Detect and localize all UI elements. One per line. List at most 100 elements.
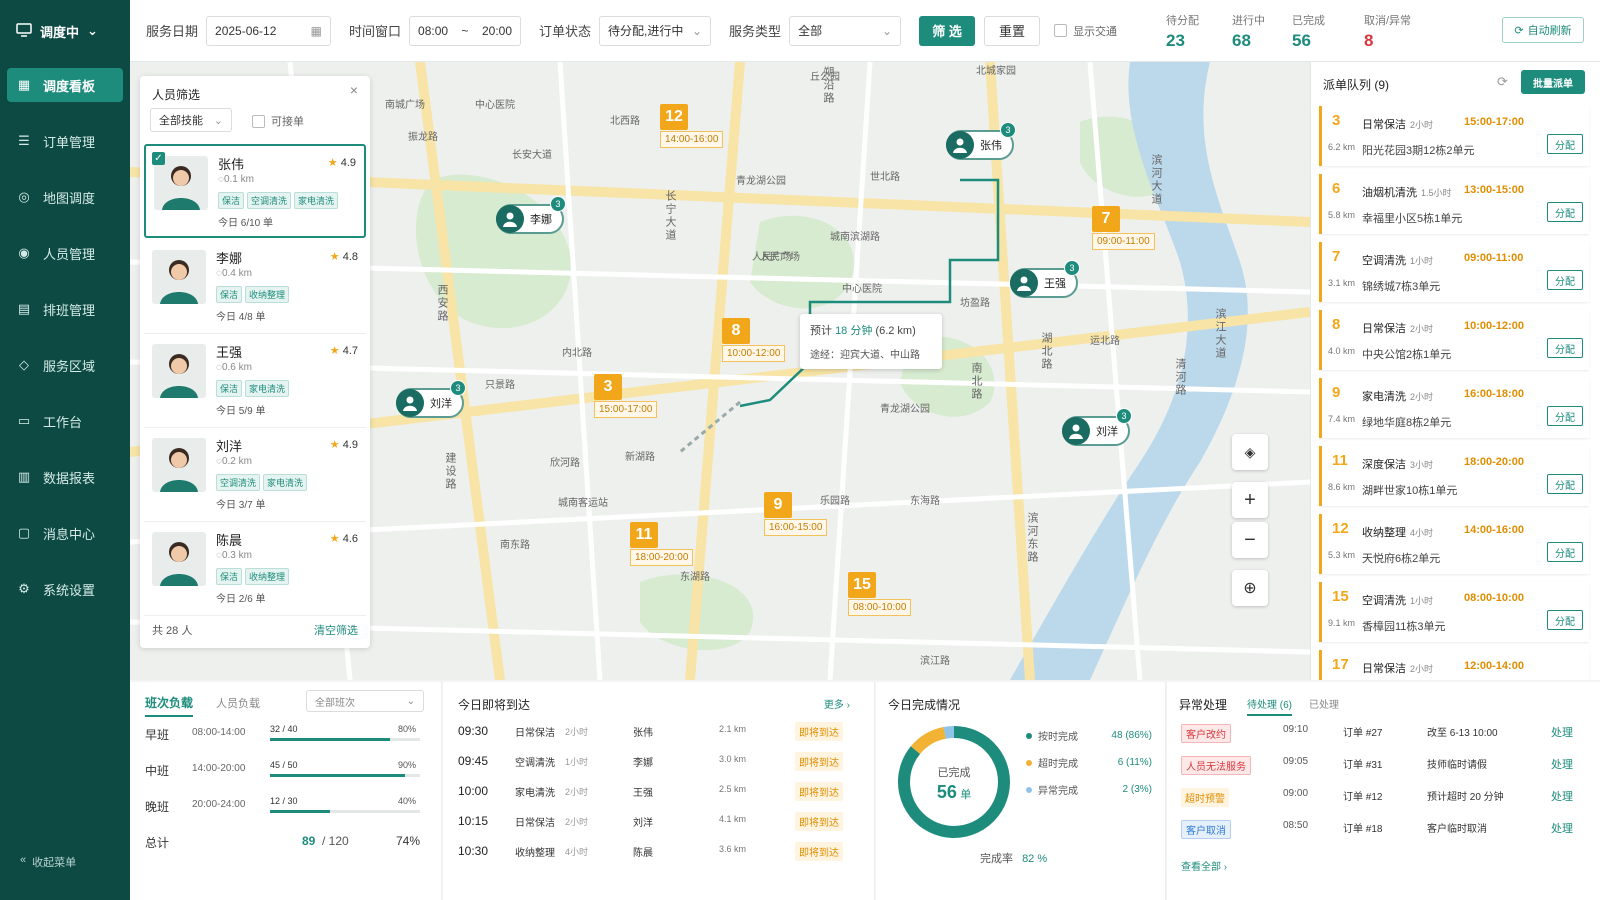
date-picker[interactable]: 2025-06-12 ▦ (206, 15, 332, 46)
arrival-row[interactable]: 10:00 家电清洗 2小时 王强 2.5 km 即将到达 (443, 782, 874, 814)
queue-order-number: 17 (1332, 656, 1349, 673)
queue-distance: 5.3 km (1328, 550, 1356, 560)
reset-button[interactable]: 重置 (984, 15, 1041, 46)
filter-button[interactable]: 筛 选 (919, 15, 976, 46)
worker-marker[interactable]: 张伟 3 (946, 122, 1016, 160)
sidebar-item-4[interactable]: ◉ 人员管理 (7, 236, 123, 270)
process-button[interactable]: 处理 (1551, 756, 1573, 772)
process-button[interactable]: 处理 (1551, 788, 1573, 804)
person-card[interactable]: ✓ 张伟 ★ 4.9 ◌0.1 km 保洁 空调清洗 家电清洗 今日 6/10 单 (144, 144, 366, 238)
time-window-range[interactable]: 08:00 ~ 20:00 (409, 15, 522, 46)
arrival-row[interactable]: 10:30 收纳整理 4小时 陈晨 3.6 km 即将到达 (443, 842, 874, 874)
order-marker[interactable]: 9 16:00-15:00 (764, 492, 828, 536)
worker-marker[interactable]: 李娜 3 (496, 196, 566, 234)
worker-marker[interactable]: 刘洋 3 (1062, 408, 1132, 446)
service-type-select[interactable]: 全部 ⌄ (789, 15, 902, 46)
map-label: 世北路 (870, 172, 900, 183)
dispatch-status-dropdown[interactable]: 调度中 ⌄ (0, 0, 130, 62)
queue-item[interactable]: 7 空调清洗 1小时 09:00-11:00 3.1 km 锦绣城7栋3单元 分配 (1319, 242, 1589, 302)
assign-button[interactable]: 分配 (1547, 338, 1583, 358)
zoom-out-button[interactable]: − (1232, 522, 1268, 558)
arrival-status-badge: 即将到达 (795, 842, 843, 861)
avatar (152, 344, 206, 398)
process-button[interactable]: 处理 (1551, 820, 1573, 836)
queue-item[interactable]: 11 深度保洁 3小时 18:00-20:00 8.6 km 湖畔世家10栋1单元… (1319, 446, 1589, 506)
stat-4[interactable]: 取消/异常 8 (1364, 12, 1411, 51)
queue-item[interactable]: 3 日常保洁 2小时 15:00-17:00 6.2 km 阳光花园3期12栋2单… (1319, 106, 1589, 166)
order-marker[interactable]: 3 15:00-17:00 (594, 374, 658, 418)
shift-select[interactable]: 全部班次 ⌄ (306, 690, 424, 712)
stat-2[interactable]: 进行中 68 (1232, 12, 1265, 51)
collapse-menu-button[interactable]: « 收起菜单 (20, 854, 76, 870)
assign-button[interactable]: 分配 (1547, 406, 1583, 426)
sidebar-item-9[interactable]: ▢ 消息中心 (7, 516, 123, 550)
assign-button[interactable]: 分配 (1547, 610, 1583, 630)
map-pin-icon: ◎ (18, 189, 30, 204)
queue-item[interactable]: 9 家电清洗 2小时 16:00-18:00 7.4 km 绿地华庭8栋2单元 分… (1319, 378, 1589, 438)
sidebar-item-2[interactable]: ☰ 订单管理 (7, 124, 123, 158)
person-card[interactable]: 王强 ★ 4.7 ◌0.6 km 保洁 家电清洗 今日 5/9 单 (144, 334, 366, 428)
queue-time-window: 12:00-14:00 (1464, 660, 1524, 672)
traffic-checkbox[interactable] (1054, 24, 1068, 37)
arrivals-more-link[interactable]: 更多 › (824, 696, 850, 711)
close-icon[interactable]: × (350, 82, 358, 98)
queue-item[interactable]: 15 空调清洗 1小时 08:00-10:00 9.1 km 香樟园11栋3单元 … (1319, 582, 1589, 642)
person-card[interactable]: 陈晨 ★ 4.6 ◌0.3 km 保洁 收纳整理 今日 2/6 单 (144, 522, 366, 616)
queue-item[interactable]: 12 收纳整理 4小时 14:00-16:00 5.3 km 天悦府6栋2单元 分… (1319, 514, 1589, 574)
order-marker[interactable]: 12 14:00-16:00 (660, 104, 724, 148)
arrival-worker: 张伟 (633, 728, 653, 739)
order-marker[interactable]: 7 09:00-11:00 (1092, 206, 1155, 250)
sidebar-item-5[interactable]: ▤ 排班管理 (7, 292, 123, 326)
shift-percent: 80% (398, 724, 417, 734)
queue-item[interactable]: 6 油烟机清洗 1.5小时 13:00-15:00 5.8 km 幸福里小区5栋1… (1319, 174, 1589, 234)
arrival-row[interactable]: 09:30 日常保洁 2小时 张伟 2.1 km 即将到达 (443, 722, 874, 754)
layers-button[interactable]: ◈ (1232, 434, 1268, 470)
worker-marker[interactable]: 刘洋 3 (396, 380, 466, 418)
arrival-service: 日常保洁 (515, 818, 555, 829)
process-button[interactable]: 处理 (1551, 724, 1573, 740)
worker-marker[interactable]: 王强 3 (1010, 260, 1080, 298)
auto-refresh-button[interactable]: ⟳ 自动刷新 (1502, 17, 1584, 43)
sidebar-item-3[interactable]: ◎ 地图调度 (7, 180, 123, 214)
order-marker[interactable]: 15 08:00-10:00 (848, 572, 912, 616)
status-value: 待分配,进行中 (608, 24, 684, 38)
sidebar-item-7[interactable]: ▭ 工作台 (7, 404, 123, 438)
person-card[interactable]: 刘洋 ★ 4.9 ◌0.2 km 空调清洗 家电清洗 今日 3/7 单 (144, 428, 366, 522)
arrival-row[interactable]: 10:15 日常保洁 2小时 刘洋 4.1 km 即将到达 (443, 812, 874, 844)
clear-filter-link[interactable]: 清空筛选 (314, 622, 358, 638)
sidebar-item-10[interactable]: ⚙ 系统设置 (7, 572, 123, 606)
sidebar-item-6[interactable]: ◇ 服务区域 (7, 348, 123, 382)
refresh-icon[interactable]: ⟳ (1497, 74, 1508, 90)
person-card[interactable]: 李娜 ★ 4.8 ◌0.4 km 保洁 收纳整理 今日 4/8 单 (144, 240, 366, 334)
stat-3[interactable]: 已完成 56 (1292, 12, 1325, 51)
available-checkbox[interactable] (252, 114, 265, 128)
tab-processed[interactable]: 已处理 (1309, 696, 1339, 711)
skill-select[interactable]: 全部技能 ⌄ (150, 108, 232, 132)
queue-item[interactable]: 17 日常保洁 2小时 12:00-14:00 (1319, 650, 1589, 680)
assign-button[interactable]: 分配 (1547, 270, 1583, 290)
person-icon (946, 131, 974, 159)
order-status-select[interactable]: 待分配,进行中 ⌄ (599, 15, 712, 46)
worker-order-count: 3 (450, 380, 466, 396)
queue-item[interactable]: 8 日常保洁 2小时 10:00-12:00 4.0 km 中央公馆2栋1单元 分… (1319, 310, 1589, 370)
selected-checkbox[interactable]: ✓ (152, 152, 165, 165)
view-all-link[interactable]: 查看全部 › (1181, 858, 1227, 873)
locate-button[interactable]: ⊕ (1232, 570, 1268, 606)
assign-button[interactable]: 分配 (1547, 542, 1583, 562)
zoom-in-button[interactable]: + (1232, 482, 1268, 518)
tab-shift-load[interactable]: 班次负载 (145, 694, 194, 717)
assign-button[interactable]: 分配 (1547, 474, 1583, 494)
tab-person-load[interactable]: 人员负载 (216, 695, 260, 711)
arrival-row[interactable]: 09:45 空调清洗 1小时 李娜 3.0 km 即将到达 (443, 752, 874, 784)
tab-pending[interactable]: 待处理 (6) (1247, 696, 1292, 716)
stat-1[interactable]: 待分配 23 (1166, 12, 1199, 51)
assign-button[interactable]: 分配 (1547, 202, 1583, 222)
order-marker[interactable]: 11 18:00-20:00 (630, 522, 694, 566)
assign-button[interactable]: 分配 (1547, 134, 1583, 154)
batch-dispatch-button[interactable]: 批量派单 (1521, 70, 1585, 94)
map-label: 中心医院 (475, 100, 515, 111)
sidebar-item-1[interactable]: ▦ 调度看板 (7, 68, 123, 102)
calendar-icon: ▤ (17, 301, 31, 316)
sidebar-item-8[interactable]: ▥ 数据报表 (7, 460, 123, 494)
order-marker[interactable]: 8 10:00-12:00 (722, 318, 786, 362)
